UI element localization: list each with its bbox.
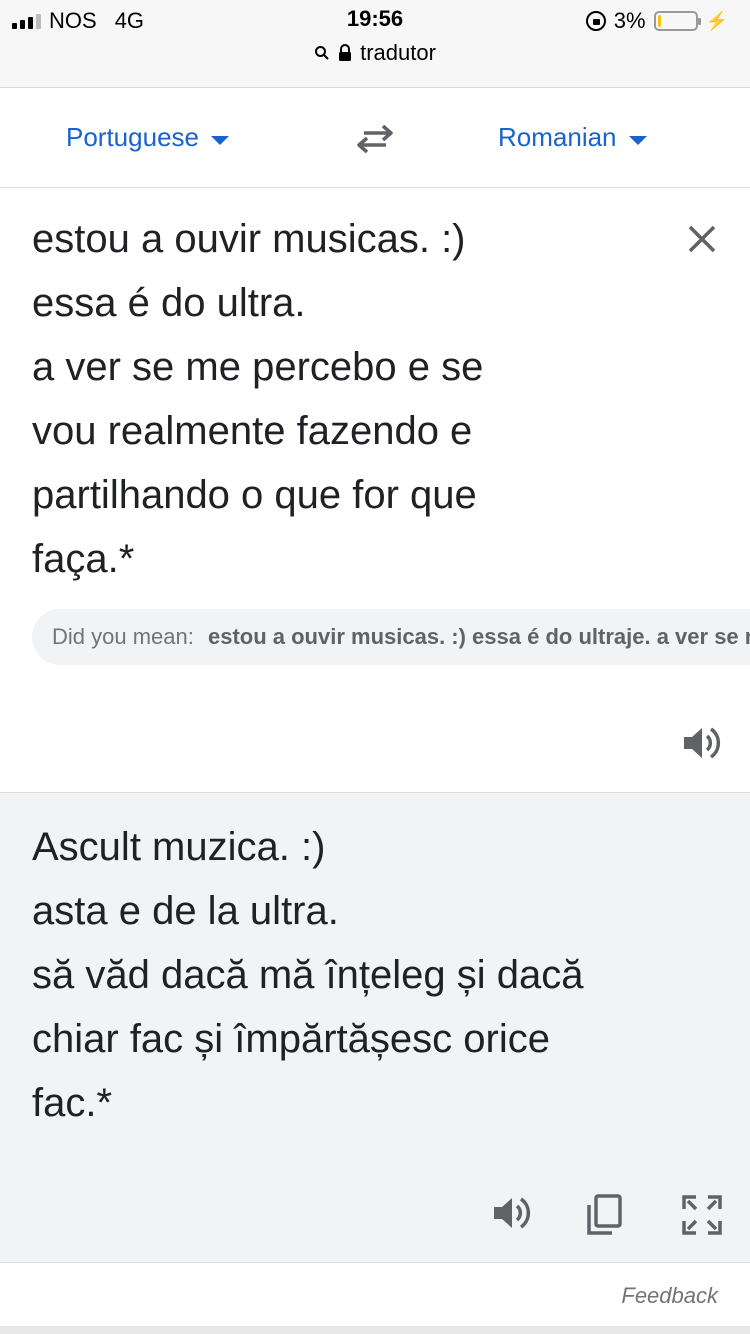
charging-icon: ⚡ — [705, 10, 728, 31]
orientation-lock-icon — [585, 11, 606, 31]
feedback-link[interactable]: Feedback — [621, 1283, 718, 1309]
swap-arrows-icon — [357, 124, 393, 154]
search-icon — [315, 46, 329, 60]
source-panel: estou a ouvir musicas. :) essa é do ultr… — [0, 189, 750, 792]
suggested-text[interactable]: estou a ouvir musicas. :) essa é do ultr… — [208, 624, 750, 649]
target-language-label: Romanian — [498, 122, 617, 152]
language-bar: Portuguese Romanian — [0, 92, 750, 188]
chevron-down-icon — [210, 135, 229, 145]
copy-button[interactable] — [584, 1193, 624, 1242]
source-text-input[interactable]: estou a ouvir musicas. :) essa é do ultr… — [32, 207, 642, 591]
translation-actions — [0, 1193, 750, 1241]
divider — [0, 1326, 750, 1334]
fullscreen-button[interactable] — [680, 1193, 724, 1242]
url-domain: tradutor — [360, 40, 436, 65]
source-language-label: Portuguese — [66, 122, 199, 152]
swap-languages-button[interactable] — [354, 122, 396, 161]
close-icon — [688, 225, 716, 253]
speaker-icon — [494, 1197, 531, 1229]
footer: Feedback — [0, 1262, 750, 1326]
url-bar[interactable]: tradutor — [0, 40, 750, 66]
translation-panel: Ascult muzica. :) asta e de la ultra. să… — [0, 792, 750, 1262]
status-bar: NOS 4G 19:56 3% ⚡ tradutor — [0, 0, 750, 88]
battery-icon — [653, 11, 701, 31]
chevron-down-icon — [628, 135, 647, 145]
listen-translation-button[interactable] — [490, 1193, 534, 1238]
target-language-select[interactable]: Romanian — [498, 122, 647, 153]
translation-text: Ascult muzica. :) asta e de la ultra. să… — [32, 825, 584, 1125]
listen-source-button[interactable] — [680, 723, 724, 768]
lock-icon — [339, 44, 352, 61]
fullscreen-icon — [682, 1195, 722, 1235]
did-you-mean-suggestion[interactable]: Did you mean: estou a ouvir musicas. :) … — [32, 609, 750, 665]
battery-percent: 3% — [613, 8, 646, 33]
clear-button[interactable] — [682, 219, 722, 264]
status-right: 3% ⚡ — [585, 8, 728, 34]
copy-icon — [587, 1194, 622, 1235]
source-language-select[interactable]: Portuguese — [66, 122, 229, 153]
speaker-icon — [684, 727, 721, 759]
did-you-mean-label: Did you mean: — [52, 624, 194, 649]
